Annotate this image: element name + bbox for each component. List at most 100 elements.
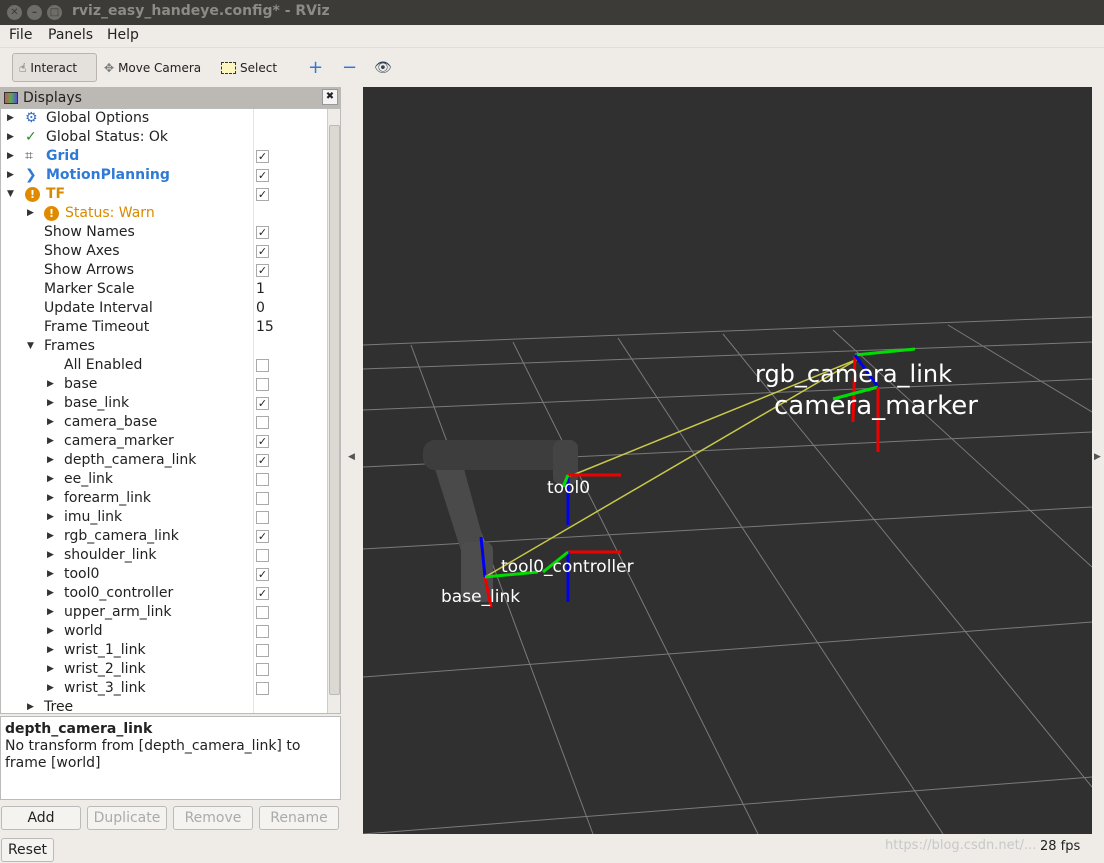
enable-checkbox[interactable]: ✓ [256, 169, 269, 182]
expand-right-icon[interactable]: ▶ [7, 109, 14, 128]
enable-checkbox[interactable]: ✓ [256, 397, 269, 410]
tree-row[interactable]: ▶ tool0_controller ✓ [1, 584, 327, 603]
menu-help[interactable]: Help [107, 27, 139, 43]
add-button[interactable]: Add [1, 806, 81, 830]
tree-row[interactable]: ▶ base [1, 375, 327, 394]
enable-checkbox[interactable] [256, 492, 269, 505]
property-value[interactable]: 1 [256, 280, 265, 299]
tree-row[interactable]: ▶ base_link ✓ [1, 394, 327, 413]
expand-right-icon[interactable]: ▶ [47, 679, 54, 698]
maximize-window-button[interactable]: □ [47, 5, 62, 20]
menu-file[interactable]: File [9, 27, 32, 43]
expand-right-icon[interactable]: ▶ [47, 394, 54, 413]
enable-checkbox[interactable]: ✓ [256, 264, 269, 277]
expand-right-icon[interactable]: ▶ [47, 451, 54, 470]
expand-right-icon[interactable]: ▶ [47, 508, 54, 527]
collapse-right-handle[interactable]: ▶ [1094, 87, 1104, 834]
close-panel-icon[interactable]: ✖ [322, 89, 338, 105]
select-button[interactable]: Select [215, 53, 283, 82]
enable-checkbox[interactable] [256, 378, 269, 391]
expand-right-icon[interactable]: ▶ [7, 166, 14, 185]
expand-right-icon[interactable]: ▶ [47, 413, 54, 432]
enable-checkbox[interactable]: ✓ [256, 226, 269, 239]
close-window-button[interactable]: ✕ [7, 5, 22, 20]
view-eye-icon[interactable]: 👁 [368, 53, 398, 82]
tree-row[interactable]: ▶ wrist_1_link [1, 641, 327, 660]
add-tool-plus-icon[interactable]: + [302, 53, 329, 82]
expand-right-icon[interactable]: ▶ [27, 698, 34, 713]
minimize-window-button[interactable]: – [27, 5, 42, 20]
enable-checkbox[interactable] [256, 606, 269, 619]
tree-row[interactable]: ▶ wrist_3_link [1, 679, 327, 698]
expand-down-icon[interactable]: ▼ [27, 337, 34, 356]
enable-checkbox[interactable] [256, 644, 269, 657]
property-value[interactable]: 15 [256, 318, 274, 337]
enable-checkbox[interactable]: ✓ [256, 568, 269, 581]
tree-row[interactable]: ▼ Frames [1, 337, 327, 356]
enable-checkbox[interactable]: ✓ [256, 454, 269, 467]
enable-checkbox[interactable]: ✓ [256, 150, 269, 163]
tree-row[interactable]: ▶ ⚙ Global Options [1, 109, 327, 128]
rename-button[interactable]: Rename [259, 806, 339, 830]
tree-scrollbar[interactable] [327, 109, 340, 713]
tree-row[interactable]: ▼! TF ✓ [1, 185, 327, 204]
tree-row[interactable]: ▶! Status: Warn [1, 204, 327, 223]
expand-right-icon[interactable]: ▶ [47, 470, 54, 489]
tree-row[interactable]: ▶ depth_camera_link ✓ [1, 451, 327, 470]
expand-right-icon[interactable]: ▶ [47, 565, 54, 584]
duplicate-button[interactable]: Duplicate [87, 806, 167, 830]
reset-button[interactable]: Reset [1, 838, 54, 862]
expand-down-icon[interactable]: ▼ [7, 185, 14, 204]
enable-checkbox[interactable]: ✓ [256, 245, 269, 258]
expand-right-icon[interactable]: ▶ [27, 204, 34, 223]
enable-checkbox[interactable]: ✓ [256, 435, 269, 448]
tree-row[interactable]: Marker Scale 1 [1, 280, 327, 299]
expand-right-icon[interactable]: ▶ [47, 584, 54, 603]
expand-right-icon[interactable]: ▶ [47, 375, 54, 394]
remove-tool-minus-icon[interactable]: − [336, 53, 363, 82]
enable-checkbox[interactable]: ✓ [256, 530, 269, 543]
tree-row[interactable]: ▶ tool0 ✓ [1, 565, 327, 584]
remove-button[interactable]: Remove [173, 806, 253, 830]
tree-row[interactable]: ▶ wrist_2_link [1, 660, 327, 679]
enable-checkbox[interactable] [256, 416, 269, 429]
expand-right-icon[interactable]: ▶ [7, 128, 14, 147]
enable-checkbox[interactable]: ✓ [256, 188, 269, 201]
tree-row[interactable]: Show Arrows ✓ [1, 261, 327, 280]
tree-row[interactable]: ▶ ee_link [1, 470, 327, 489]
enable-checkbox[interactable] [256, 359, 269, 372]
expand-right-icon[interactable]: ▶ [47, 660, 54, 679]
tree-row[interactable]: All Enabled [1, 356, 327, 375]
tree-row[interactable]: ▶ ❯ MotionPlanning ✓ [1, 166, 327, 185]
enable-checkbox[interactable] [256, 511, 269, 524]
tree-row[interactable]: Update Interval 0 [1, 299, 327, 318]
scrollbar-thumb[interactable] [329, 125, 340, 695]
tree-row[interactable]: ▶ forearm_link [1, 489, 327, 508]
enable-checkbox[interactable] [256, 549, 269, 562]
expand-right-icon[interactable]: ▶ [47, 603, 54, 622]
tree-row[interactable]: ▶ shoulder_link [1, 546, 327, 565]
enable-checkbox[interactable]: ✓ [256, 587, 269, 600]
tree-row[interactable]: ▶ camera_base [1, 413, 327, 432]
3d-viewport[interactable]: rgb_camera_link camera_marker tool0 tool… [362, 87, 1093, 835]
property-value[interactable]: 0 [256, 299, 265, 318]
interact-button[interactable]: ☝ Interact [12, 53, 97, 82]
enable-checkbox[interactable] [256, 663, 269, 676]
tree-row[interactable]: Show Names ✓ [1, 223, 327, 242]
enable-checkbox[interactable] [256, 682, 269, 695]
expand-right-icon[interactable]: ▶ [47, 432, 54, 451]
tree-row[interactable]: ▶ ⌗ Grid ✓ [1, 147, 327, 166]
tree-row[interactable]: ▶ Tree [1, 698, 327, 713]
tree-row[interactable]: Frame Timeout 15 [1, 318, 327, 337]
expand-right-icon[interactable]: ▶ [47, 622, 54, 641]
expand-right-icon[interactable]: ▶ [47, 489, 54, 508]
tree-row[interactable]: ▶ ✓ Global Status: Ok [1, 128, 327, 147]
enable-checkbox[interactable] [256, 473, 269, 486]
tree-row[interactable]: ▶ world [1, 622, 327, 641]
tree-row[interactable]: Show Axes ✓ [1, 242, 327, 261]
expand-right-icon[interactable]: ▶ [47, 546, 54, 565]
expand-right-icon[interactable]: ▶ [7, 147, 14, 166]
menu-panels[interactable]: Panels [48, 27, 93, 43]
tree-row[interactable]: ▶ imu_link [1, 508, 327, 527]
tree-row[interactable]: ▶ camera_marker ✓ [1, 432, 327, 451]
